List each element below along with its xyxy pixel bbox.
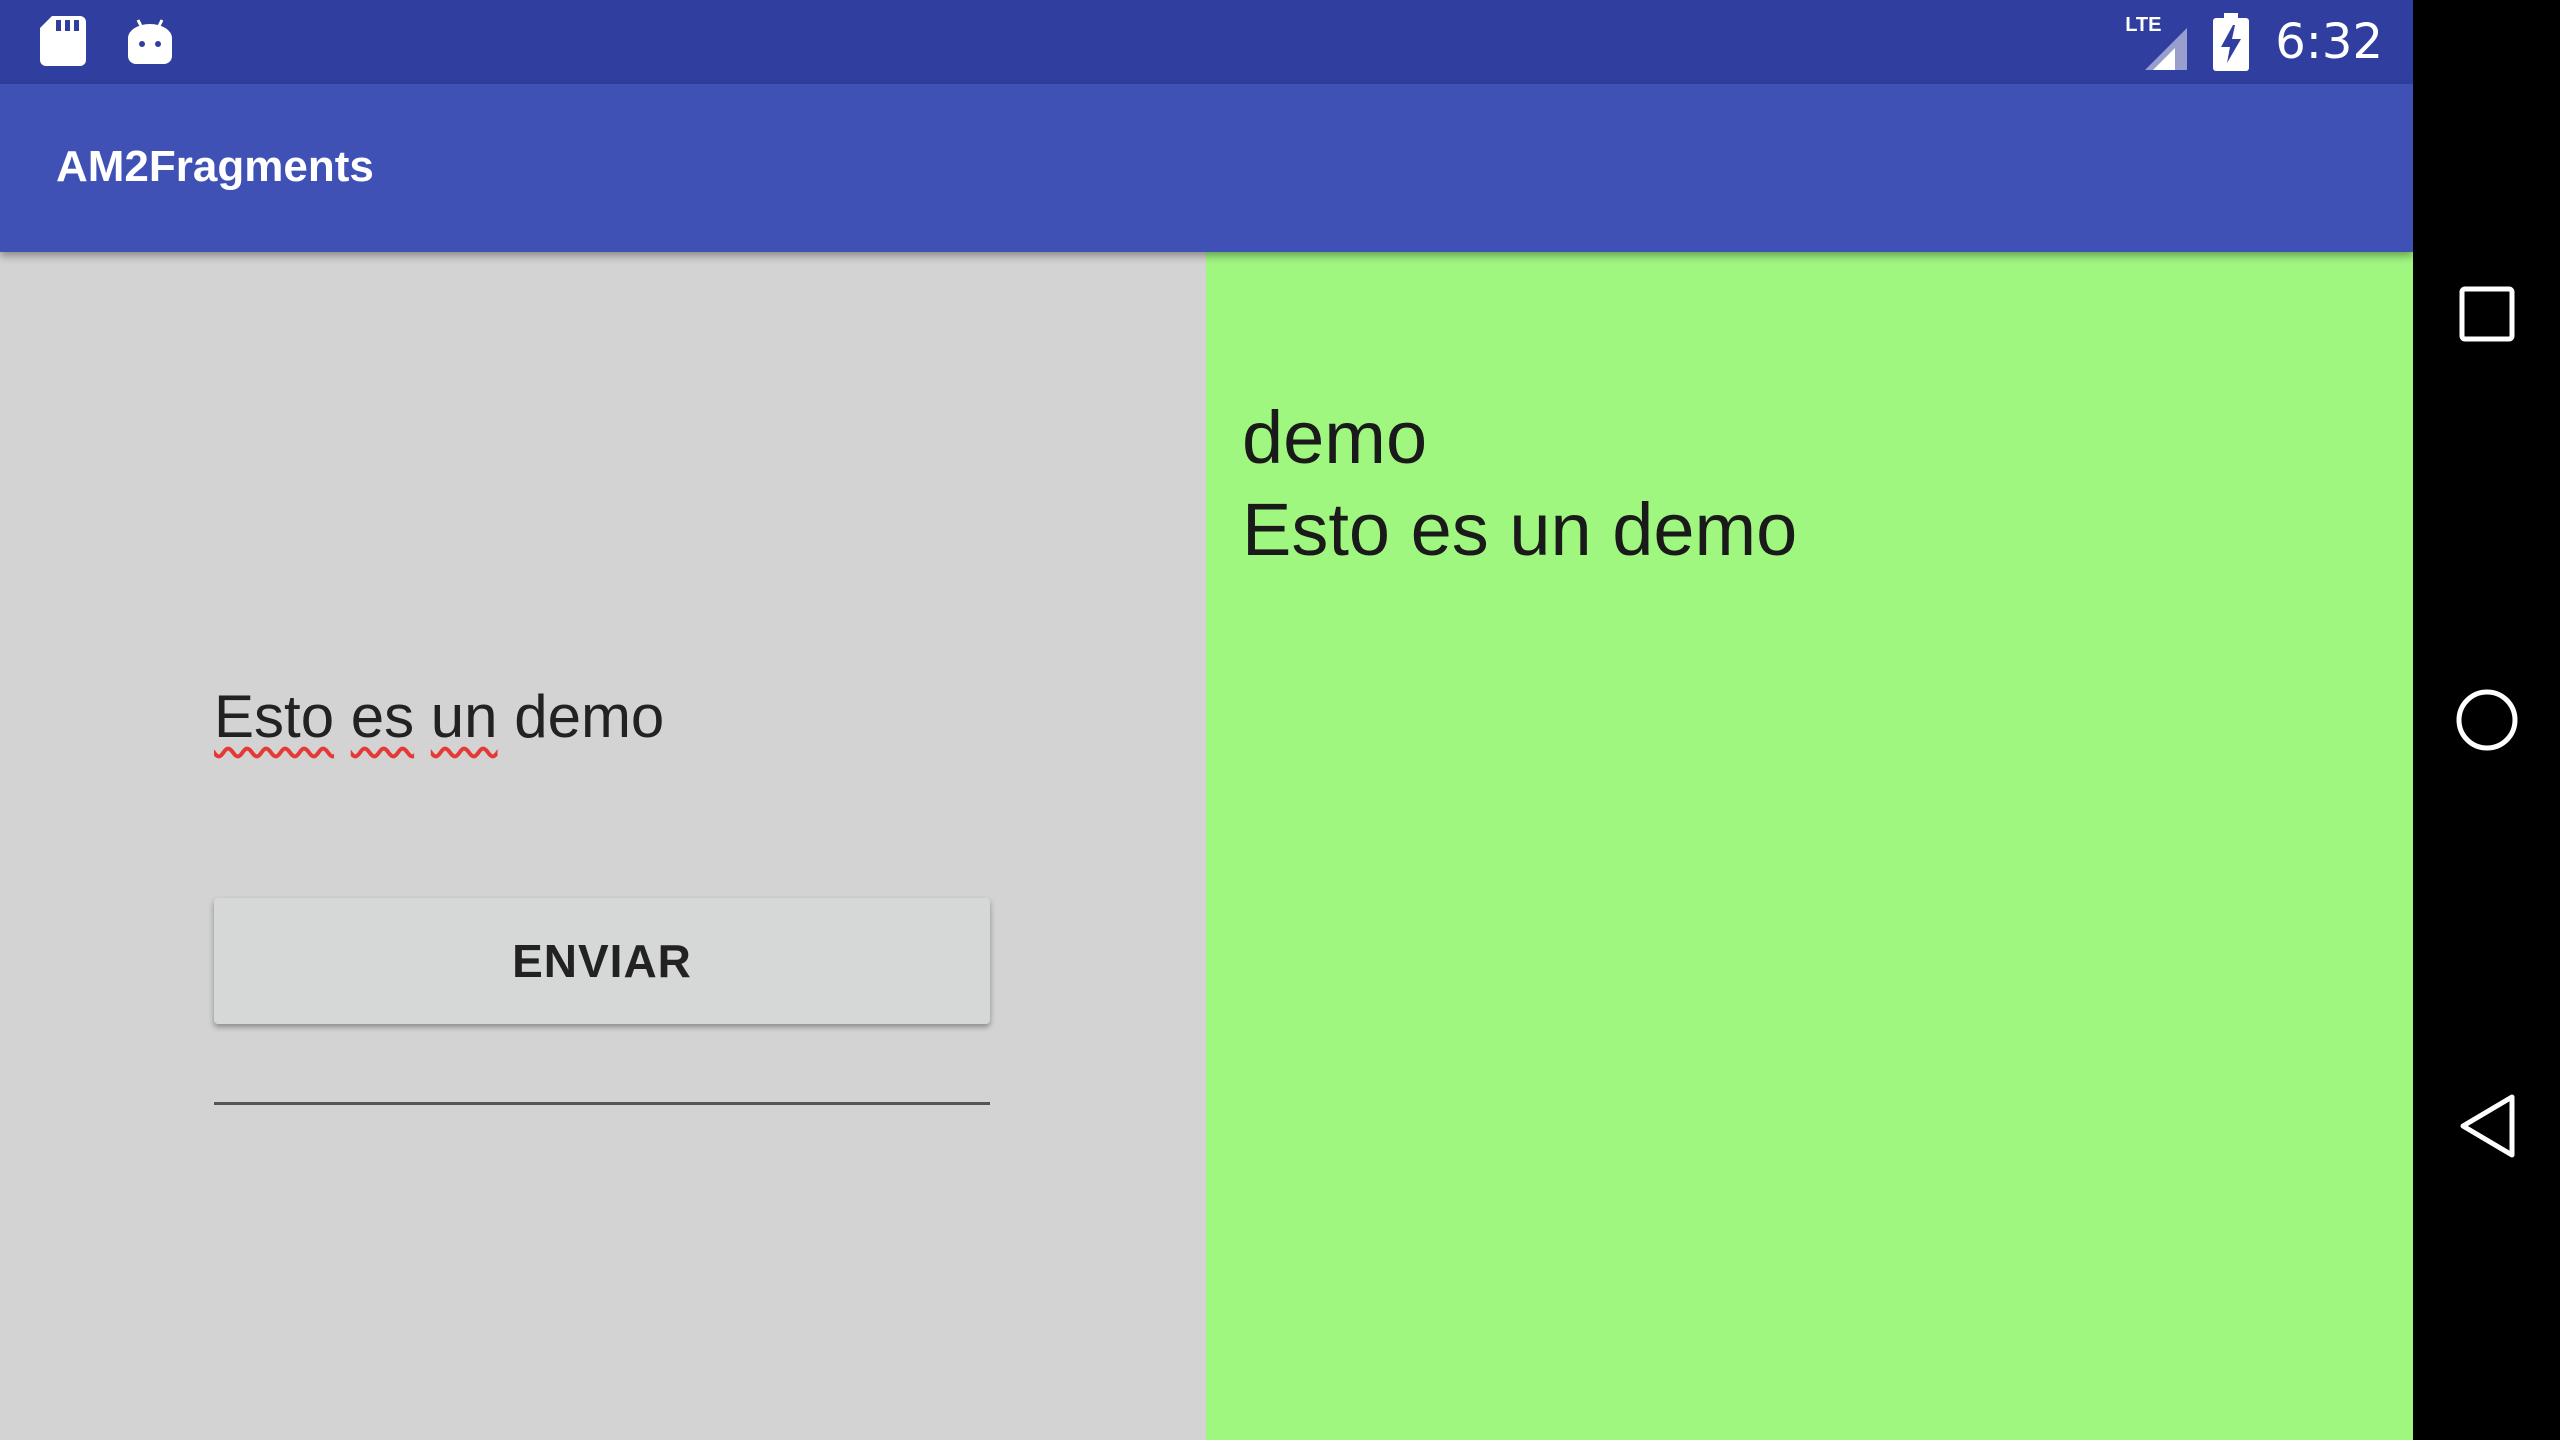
- app-bar: AM2Fragments: [0, 84, 2413, 252]
- home-button[interactable]: [2447, 680, 2527, 760]
- misspelled-word: es: [350, 683, 415, 750]
- misspelled-word: Esto: [214, 683, 335, 750]
- text-space: [334, 683, 351, 750]
- status-bar: LTE 6:32: [0, 0, 2413, 84]
- status-right-icons: LTE 6:32: [2125, 10, 2383, 74]
- misspelled-word: un: [430, 683, 498, 750]
- android-debug-icon: [128, 19, 172, 64]
- input-fragment: Esto es un demo ENVIAR: [0, 252, 1206, 1440]
- output-fragment: demo Esto es un demo: [1206, 252, 2413, 1440]
- battery-charging-icon: [2213, 13, 2250, 71]
- status-clock: 6:32: [2275, 14, 2383, 70]
- text-space: [414, 683, 431, 750]
- output-line-2: Esto es un demo: [1242, 488, 1798, 571]
- back-button[interactable]: [2447, 1086, 2527, 1166]
- back-icon: [2460, 1094, 2515, 1158]
- app-title: AM2Fragments: [56, 142, 374, 191]
- app-screen: LTE 6:32 AM2Fragments Esto es un demo EN: [0, 0, 2413, 1440]
- send-button[interactable]: ENVIAR: [214, 898, 990, 1024]
- output-text: demo Esto es un demo: [1242, 392, 1797, 576]
- signal-icon: LTE: [2125, 14, 2188, 70]
- sd-card-icon: [40, 16, 86, 66]
- output-line-1: demo: [1242, 396, 1428, 479]
- input-text-tail: demo: [497, 683, 665, 750]
- message-input[interactable]: Esto es un demo: [214, 682, 990, 1105]
- recents-button[interactable]: [2447, 274, 2527, 354]
- recents-icon: [2459, 286, 2515, 342]
- status-left-icons: [40, 16, 172, 66]
- home-icon: [2456, 689, 2518, 751]
- input-underline: [214, 1102, 990, 1105]
- message-input-text[interactable]: Esto es un demo: [214, 682, 664, 751]
- navigation-bar: [2413, 0, 2560, 1440]
